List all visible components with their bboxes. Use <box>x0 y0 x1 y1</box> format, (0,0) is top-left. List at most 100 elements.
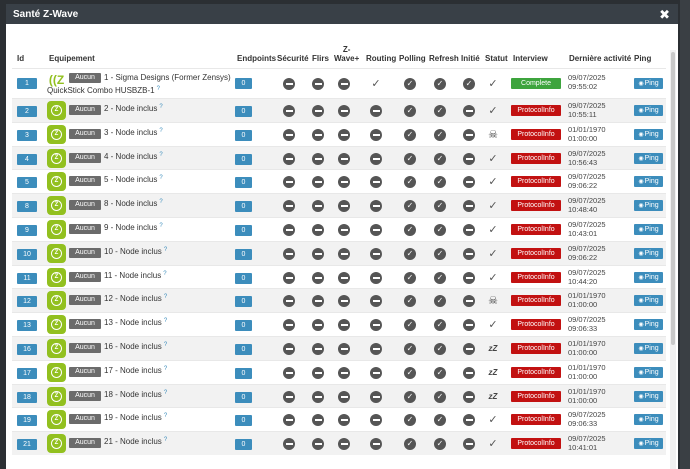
device-name[interactable]: 21 - Node inclus? <box>104 437 167 446</box>
col-zwave-plus-header[interactable]: Z- Wave+ <box>334 45 359 63</box>
col-equipement-header[interactable]: Equipement <box>49 54 95 63</box>
ping-button[interactable]: ◉Ping <box>634 414 663 426</box>
ping-button[interactable]: ◉Ping <box>634 128 663 140</box>
ping-label: Ping <box>644 273 659 281</box>
flirs-minus-circle-icon <box>312 342 324 355</box>
ping-button[interactable]: ◉Ping <box>634 152 663 164</box>
device-name[interactable]: 3 - Node inclus? <box>104 128 163 137</box>
last-activity-date: 09/07/2025 <box>568 196 606 206</box>
device-name[interactable]: 12 - Node inclus? <box>104 294 167 303</box>
device-name[interactable]: 4 - Node inclus? <box>104 152 163 161</box>
device-name[interactable]: 9 - Node inclus? <box>104 223 163 232</box>
zwave-node-icon: Z <box>47 338 66 358</box>
initie-minus-circle-icon <box>463 438 475 451</box>
initie-minus-circle-icon <box>463 366 475 379</box>
close-icon[interactable]: ✖ <box>659 8 670 21</box>
col-ping-header[interactable]: Ping <box>634 54 651 63</box>
col-flirs-header[interactable]: Flirs <box>312 54 329 63</box>
device-name[interactable]: 2 - Node inclus? <box>104 104 163 113</box>
polling-check-circle-icon: ✓ <box>404 438 416 451</box>
device-name[interactable]: 19 - Node inclus? <box>104 413 167 422</box>
col-refresh-header[interactable]: Refresh <box>429 54 459 63</box>
ping-button[interactable]: ◉Ping <box>634 319 663 331</box>
help-icon[interactable]: ? <box>159 199 162 205</box>
object-label-badge: Aucun <box>69 128 101 139</box>
help-icon[interactable]: ? <box>163 271 166 277</box>
vertical-scrollbar[interactable] <box>670 50 676 469</box>
ping-button[interactable]: ◉Ping <box>634 176 663 188</box>
help-icon[interactable]: ? <box>159 152 162 158</box>
help-icon[interactable]: ? <box>159 175 162 181</box>
device-name[interactable]: 13 - Node inclus? <box>104 318 167 327</box>
device-name[interactable]: 18 - Node inclus? <box>104 390 167 399</box>
col-securite-header[interactable]: Sécurité <box>277 54 309 63</box>
ping-button[interactable]: ◉Ping <box>634 438 663 450</box>
device-name[interactable]: 1 - Sigma Designs (Former Zensys) <box>104 73 231 82</box>
endpoints-badge: 0 <box>235 106 252 117</box>
help-icon[interactable]: ? <box>164 366 167 372</box>
zwave-node-icon: Z <box>47 315 66 335</box>
eye-icon: ◉ <box>638 345 644 352</box>
interview-status-badge: ProtocolInfo <box>511 438 561 450</box>
device-name[interactable]: 17 - Node inclus? <box>104 366 167 375</box>
ping-button[interactable]: ◉Ping <box>634 200 663 212</box>
statut-sleep-zzz-icon: zZ <box>488 343 498 353</box>
zwave-node-icon: Z <box>47 101 66 120</box>
col-polling-header[interactable]: Polling <box>399 54 426 63</box>
polling-check-circle-icon: ✓ <box>404 295 416 308</box>
eye-icon: ◉ <box>638 250 644 257</box>
help-icon[interactable]: ? <box>159 128 162 134</box>
polling-check-circle-icon: ✓ <box>404 247 416 260</box>
col-id-header[interactable]: Id <box>17 54 24 63</box>
device-name[interactable]: 8 - Node inclus? <box>104 199 163 208</box>
last-activity-time: 09:55:02 <box>568 82 598 91</box>
device-name[interactable]: 11 - Node inclus? <box>104 271 167 280</box>
flirs-minus-circle-icon <box>312 295 324 308</box>
help-icon[interactable]: ? <box>164 342 167 348</box>
refresh-check-circle-icon: ✓ <box>434 78 446 90</box>
ping-label: Ping <box>644 202 659 210</box>
initie-minus-circle-icon <box>463 200 475 213</box>
help-icon[interactable]: ? <box>164 390 167 396</box>
ping-button[interactable]: ◉Ping <box>634 295 663 307</box>
help-icon[interactable]: ? <box>164 413 167 419</box>
securite-minus-circle-icon <box>283 438 295 451</box>
statut-check-icon: ✓ <box>488 200 498 213</box>
col-initie-header[interactable]: Initié <box>461 54 480 63</box>
flirs-minus-circle-icon <box>312 390 324 403</box>
ping-button[interactable]: ◉Ping <box>634 247 663 259</box>
ping-button[interactable]: ◉Ping <box>634 78 663 89</box>
routing-minus-circle-icon <box>370 271 382 284</box>
col-derniere-activite-header[interactable]: Dernière activité <box>569 54 631 63</box>
zwave-node-icon: Z <box>47 219 66 239</box>
ping-button[interactable]: ◉Ping <box>634 105 663 116</box>
ping-button[interactable]: ◉Ping <box>634 223 663 235</box>
scrollbar-thumb[interactable] <box>671 52 675 345</box>
ping-button[interactable]: ◉Ping <box>634 390 663 402</box>
device-name[interactable]: 16 - Node inclus? <box>104 342 167 351</box>
col-statut-header[interactable]: Statut <box>485 54 508 63</box>
ping-label: Ping <box>644 80 659 87</box>
col-routing-header[interactable]: Routing <box>366 54 396 63</box>
last-activity: 09/07/2025 09:06:33 <box>568 410 606 428</box>
object-label-badge: Aucun <box>69 200 101 211</box>
initie-minus-circle-icon <box>463 414 475 427</box>
help-icon[interactable]: ? <box>157 86 160 92</box>
device-name[interactable]: 10 - Node inclus? <box>104 247 167 256</box>
node-id-badge: 9 <box>17 224 37 236</box>
ping-button[interactable]: ◉Ping <box>634 342 663 354</box>
help-icon[interactable]: ? <box>164 437 167 443</box>
help-icon[interactable]: ? <box>164 318 167 324</box>
help-icon[interactable]: ? <box>164 247 167 253</box>
help-icon[interactable]: ? <box>159 104 162 110</box>
help-icon[interactable]: ? <box>164 294 167 300</box>
device-name[interactable]: 5 - Node inclus? <box>104 175 163 184</box>
ping-button[interactable]: ◉Ping <box>634 366 663 378</box>
ping-button[interactable]: ◉Ping <box>634 271 663 283</box>
col-endpoints-header[interactable]: Endpoints <box>237 54 276 63</box>
routing-minus-circle-icon <box>370 342 382 355</box>
col-interview-header[interactable]: Interview <box>513 54 548 63</box>
polling-check-circle-icon: ✓ <box>404 223 416 236</box>
help-icon[interactable]: ? <box>159 223 162 229</box>
zwplus-minus-circle-icon <box>338 105 350 117</box>
